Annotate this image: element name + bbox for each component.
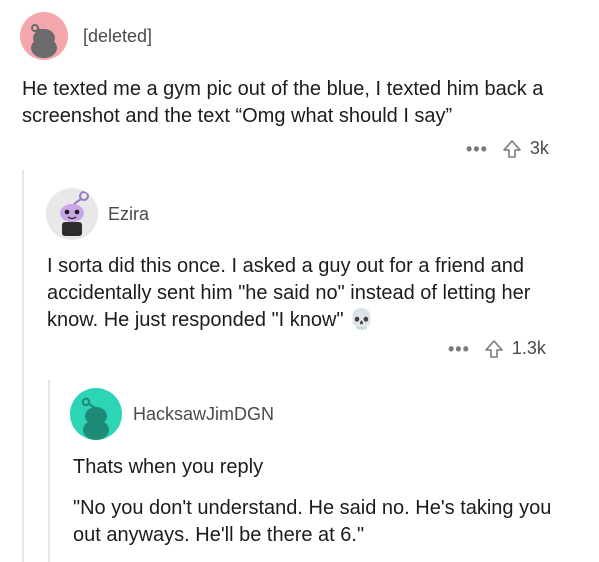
- comment-username[interactable]: [deleted]: [83, 26, 152, 47]
- thread-line-1[interactable]: [22, 170, 24, 562]
- comment-text-line: "No you don't understand. He said no. He…: [73, 497, 552, 546]
- skull-emoji: 💀: [349, 309, 375, 331]
- comment-text: He texted me a gym pic out of the blue, …: [22, 78, 544, 127]
- comment-body: He texted me a gym pic out of the blue, …: [22, 76, 582, 130]
- comment-actions: ••• 1.3k: [448, 338, 546, 359]
- upvote-arrow-icon: [503, 139, 521, 158]
- upvote-arrow-icon: [485, 339, 503, 358]
- comment-text-content: I sorta did this once. I asked a guy out…: [47, 255, 531, 331]
- comment-actions: ••• 3k: [466, 138, 549, 159]
- comment-body: Thats when you reply "No you don't under…: [73, 454, 573, 549]
- snoo-avatar-icon: [31, 24, 57, 58]
- snoo-avatar-icon: [60, 191, 89, 236]
- avatar-ezira[interactable]: [46, 188, 98, 240]
- comment-text: I sorta did this once. I asked a guy out…: [47, 253, 577, 334]
- vote-score: 3k: [529, 138, 549, 158]
- upvote-button[interactable]: 1.3k: [484, 338, 546, 359]
- upvote-button[interactable]: 3k: [502, 138, 549, 159]
- comment-username[interactable]: Ezira: [108, 204, 149, 225]
- avatar-hacksawjimdgn[interactable]: [70, 388, 122, 440]
- comment-body: I sorta did this once. I asked a guy out…: [47, 253, 577, 334]
- snoo-avatar-icon: [81, 397, 109, 440]
- more-options-button[interactable]: •••: [448, 340, 470, 358]
- thread-line-2[interactable]: [48, 380, 50, 562]
- more-options-button[interactable]: •••: [466, 140, 488, 158]
- vote-score: 1.3k: [511, 338, 546, 358]
- comment-text-line: Thats when you reply: [73, 456, 264, 478]
- avatar-deleted[interactable]: [20, 12, 68, 60]
- comment-username[interactable]: HacksawJimDGN: [133, 404, 274, 425]
